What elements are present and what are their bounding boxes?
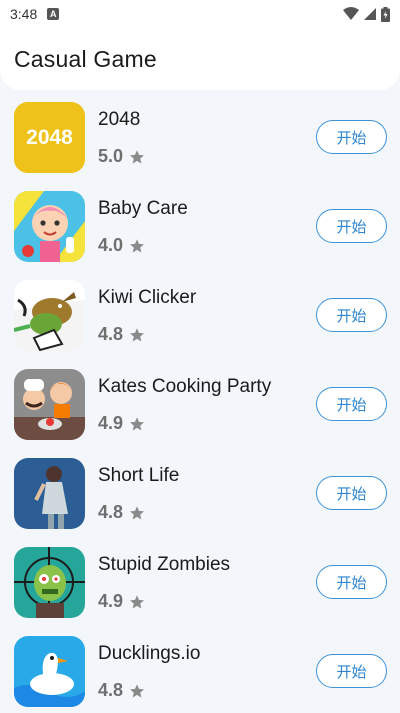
list-item[interactable]: Ducklings.io 4.8 开始 bbox=[0, 624, 400, 713]
star-icon bbox=[130, 416, 145, 430]
page-title: Casual Game bbox=[14, 45, 157, 72]
game-rating: 4.9 bbox=[98, 591, 145, 612]
short-life-icon[interactable] bbox=[14, 458, 85, 529]
list-item[interactable]: Kiwi Clicker 4.8 开始 bbox=[0, 268, 400, 357]
star-icon bbox=[130, 505, 145, 519]
kiwi-clicker-icon[interactable] bbox=[14, 280, 85, 351]
star-icon bbox=[130, 149, 145, 163]
signal-icon bbox=[364, 8, 376, 20]
status-icons bbox=[343, 6, 390, 22]
status-bar: 3:48 A bbox=[0, 0, 400, 28]
battery-icon bbox=[381, 6, 390, 22]
status-time: 3:48 bbox=[10, 6, 38, 22]
game-rating: 4.8 bbox=[98, 502, 145, 523]
rating-value: 4.9 bbox=[98, 591, 124, 611]
start-button[interactable]: 开始 bbox=[316, 120, 387, 154]
wifi-icon bbox=[343, 7, 359, 20]
start-button[interactable]: 开始 bbox=[316, 565, 387, 599]
rating-value: 5.0 bbox=[98, 146, 124, 166]
game-name: Kiwi Clicker bbox=[98, 287, 197, 308]
2048-icon-label: 2048 bbox=[26, 125, 73, 149]
game-name: Stupid Zombies bbox=[98, 554, 231, 575]
notification-icon: A bbox=[47, 8, 60, 20]
game-name: Ducklings.io bbox=[98, 643, 201, 664]
list-item[interactable]: Baby Care 4.0 开始 bbox=[0, 179, 400, 268]
stupid-zombies-icon[interactable] bbox=[14, 547, 85, 618]
game-list: 2048 2048 5.0 开始 Baby Care 4.0 开始 Kiwi C… bbox=[0, 90, 400, 713]
game-rating: 4.8 bbox=[98, 680, 145, 701]
star-icon bbox=[130, 594, 145, 608]
rating-value: 4.8 bbox=[98, 502, 124, 522]
baby-care-icon[interactable] bbox=[14, 191, 85, 262]
2048-icon[interactable]: 2048 bbox=[14, 102, 85, 173]
star-icon bbox=[130, 238, 145, 252]
game-name: Short Life bbox=[98, 465, 180, 486]
game-name: Baby Care bbox=[98, 198, 188, 219]
game-rating: 4.8 bbox=[98, 324, 145, 345]
start-button[interactable]: 开始 bbox=[316, 387, 387, 421]
rating-value: 4.8 bbox=[98, 324, 124, 344]
game-name: 2048 bbox=[98, 109, 141, 130]
star-icon bbox=[130, 683, 145, 697]
start-button[interactable]: 开始 bbox=[316, 476, 387, 510]
app-header: Casual Game bbox=[0, 28, 400, 90]
kates-cooking-party-icon[interactable] bbox=[14, 369, 85, 440]
game-rating: 4.9 bbox=[98, 413, 145, 434]
start-button[interactable]: 开始 bbox=[316, 654, 387, 688]
list-item[interactable]: 2048 2048 5.0 开始 bbox=[0, 90, 400, 179]
star-icon bbox=[130, 327, 145, 341]
start-button[interactable]: 开始 bbox=[316, 209, 387, 243]
start-button[interactable]: 开始 bbox=[316, 298, 387, 332]
rating-value: 4.0 bbox=[98, 235, 124, 255]
ducklings-io-icon[interactable] bbox=[14, 636, 85, 707]
rating-value: 4.8 bbox=[98, 680, 124, 700]
rating-value: 4.9 bbox=[98, 413, 124, 433]
list-item[interactable]: Kates Cooking Party 4.9 开始 bbox=[0, 357, 400, 446]
game-rating: 4.0 bbox=[98, 235, 145, 256]
list-item[interactable]: Short Life 4.8 开始 bbox=[0, 446, 400, 535]
game-name: Kates Cooking Party bbox=[98, 376, 272, 397]
list-item[interactable]: Stupid Zombies 4.9 开始 bbox=[0, 535, 400, 624]
game-rating: 5.0 bbox=[98, 146, 145, 167]
